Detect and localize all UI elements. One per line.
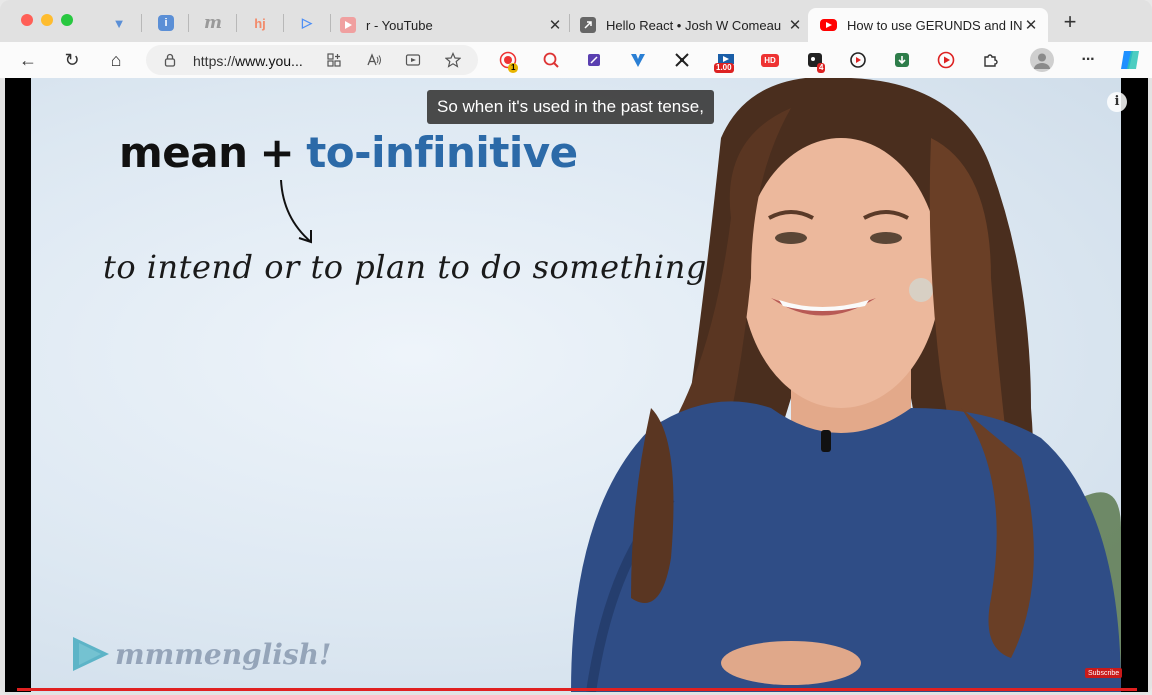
subscribe-label: Subscribe — [1088, 669, 1120, 677]
speed-extension-icon[interactable]: 1.00 — [714, 50, 736, 73]
pinned-tab-vee[interactable]: ▼ — [105, 11, 133, 35]
mmmenglish-logo: mmmenglish! — [71, 634, 331, 674]
camera-extension-icon[interactable] — [848, 50, 868, 70]
minimize-window-button[interactable] — [41, 14, 53, 26]
tab-divider — [283, 14, 284, 32]
back-arrow-icon: ← — [19, 49, 37, 70]
dark-mode-extension-icon[interactable]: 4 — [805, 50, 826, 73]
vee-icon: ▼ — [112, 15, 126, 31]
info-icon[interactable]: i — [1107, 92, 1127, 112]
lesson-heading: mean + to-infinitive — [119, 128, 578, 177]
pinned-tab-info[interactable]: i — [152, 11, 180, 35]
tab-title: How to use GERUNDS and INF — [847, 17, 1022, 33]
home-button[interactable]: ⌂ — [102, 46, 130, 74]
search-extension-icon[interactable] — [541, 50, 561, 70]
tab-title: r - YouTube — [366, 17, 433, 33]
hd-extension-icon[interactable]: HD — [760, 50, 780, 70]
read-aloud-icon[interactable] — [365, 51, 383, 69]
tab-divider — [141, 14, 142, 32]
close-tab-icon[interactable]: ✕ — [786, 16, 804, 34]
tab-title: Hello React • Josh W Comeau — [606, 17, 782, 33]
tab-youtube[interactable]: r - YouTube ✕ — [340, 8, 564, 42]
tab-divider — [330, 14, 331, 32]
navigation-toolbar: ← ↻ ⌂ https://www.you... 1 1.00 HD 4 ··· — [0, 42, 1152, 78]
more-menu-button[interactable]: ··· — [1074, 46, 1102, 74]
external-link-icon — [580, 17, 596, 33]
tab-hello-react[interactable]: Hello React • Josh W Comeau ✕ — [580, 8, 804, 42]
subscribe-watermark[interactable]: Subscribe — [1085, 668, 1123, 678]
tools-extension-icon[interactable] — [672, 50, 692, 70]
home-icon: ⌂ — [110, 49, 122, 70]
logo-text: mmmenglish! — [115, 637, 332, 671]
notes-extension-icon[interactable] — [584, 50, 604, 70]
vee-extension-icon[interactable] — [628, 50, 648, 70]
definition-text: to intend or to plan to do something — [103, 248, 707, 286]
copilot-icon[interactable] — [1118, 48, 1142, 72]
lock-icon — [164, 53, 176, 67]
heading-plus: + — [259, 128, 295, 177]
dark-mode-badge: 4 — [817, 63, 826, 73]
url-text[interactable]: https://www.you... — [193, 53, 303, 69]
reload-icon: ↻ — [64, 49, 80, 70]
play-logo-icon — [73, 637, 109, 671]
pinned-tab-hj[interactable]: hj — [246, 11, 274, 35]
play-extension-icon[interactable] — [936, 50, 956, 70]
arrow-annotation — [280, 179, 312, 244]
heading-keyword: mean — [119, 128, 248, 177]
reload-button[interactable]: ↻ — [58, 46, 86, 74]
m-icon: m — [204, 13, 222, 33]
speed-badge: 1.00 — [714, 63, 734, 73]
youtube-icon — [340, 17, 356, 33]
ext-badge: 1 — [508, 63, 519, 73]
d-icon: ▷ — [302, 15, 312, 30]
info-icon: i — [158, 15, 174, 31]
youtube-icon — [820, 19, 837, 31]
new-tab-button[interactable]: + — [1058, 10, 1082, 34]
close-tab-icon[interactable]: ✕ — [546, 16, 564, 34]
video-progress-bar[interactable] — [17, 688, 1137, 691]
tab-divider — [236, 14, 237, 32]
url-prefix: https:// — [193, 53, 236, 69]
hotjar-icon: hj — [254, 15, 266, 31]
more-dots-icon: ··· — [1081, 51, 1096, 68]
record-extension-icon[interactable]: 1 — [498, 50, 519, 73]
extensions-puzzle-icon[interactable] — [980, 50, 1000, 70]
tab-divider — [569, 14, 570, 32]
tab-strip: ▼ i m hj ▷ r - YouTube ✕ Hello React • J… — [0, 0, 1152, 42]
tab-active-gerunds[interactable]: How to use GERUNDS and INF ✕ — [808, 8, 1048, 42]
heading-target: to-infinitive — [306, 128, 578, 177]
hd-label: HD — [761, 53, 779, 67]
video-popout-icon[interactable] — [404, 51, 422, 69]
profile-avatar-icon[interactable] — [1030, 48, 1054, 72]
maximize-window-button[interactable] — [61, 14, 73, 26]
close-tab-icon[interactable]: ✕ — [1022, 16, 1040, 34]
browser-window: ▼ i m hj ▷ r - YouTube ✕ Hello React • J… — [0, 0, 1152, 695]
tab-divider — [188, 14, 189, 32]
address-bar[interactable]: https://www.you... — [146, 45, 478, 75]
subtitle-caption: So when it's used in the past tense, — [427, 90, 714, 124]
pinned-tab-d[interactable]: ▷ — [293, 11, 321, 35]
favorite-star-icon[interactable] — [444, 51, 462, 69]
pinned-tab-m[interactable]: m — [199, 11, 227, 35]
url-domain: www.you... — [235, 53, 303, 69]
video-frame[interactable]: mean + to-infinitive to intend or to plan … — [31, 78, 1121, 692]
apps-icon[interactable] — [325, 51, 343, 69]
back-button[interactable]: ← — [14, 46, 42, 74]
close-window-button[interactable] — [21, 14, 33, 26]
download-extension-icon[interactable] — [892, 50, 912, 70]
video-player[interactable]: mean + to-infinitive to intend or to plan … — [5, 78, 1148, 692]
